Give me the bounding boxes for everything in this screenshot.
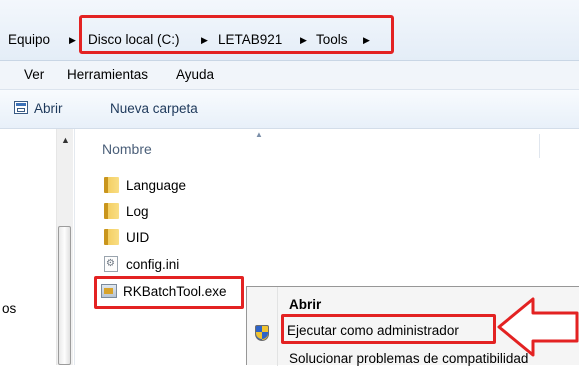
file-item-log[interactable]: Log [104, 201, 149, 223]
breadcrumb-equipo[interactable]: Equipo [8, 30, 50, 50]
file-annotation-box [94, 276, 244, 309]
breadcrumb-separator-icon[interactable]: ▶ [69, 30, 76, 50]
file-item-config-ini[interactable]: config.ini [104, 254, 179, 276]
sort-ascending-icon: ▲ [255, 130, 263, 139]
folder-icon [104, 177, 119, 194]
context-menu-troubleshoot-compatibility[interactable]: Solucionar problemas de compatibilidad [289, 351, 528, 366]
file-item-language[interactable]: Language [104, 175, 186, 197]
open-button[interactable]: Abrir [34, 101, 63, 116]
toolbar: Abrir Nueva carpeta [0, 90, 579, 129]
nav-scrollbar[interactable]: ▲ [56, 129, 73, 365]
scroll-thumb[interactable] [58, 226, 71, 365]
column-divider[interactable] [539, 134, 540, 158]
menu-bar: Ver Herramientas Ayuda [0, 61, 579, 90]
file-item-uid[interactable]: UID [104, 227, 149, 249]
menu-ver[interactable]: Ver [24, 67, 44, 82]
folder-icon [104, 203, 119, 220]
nav-item-partial[interactable]: os [2, 301, 16, 316]
file-name: UID [126, 230, 150, 245]
column-header-name[interactable]: Nombre [102, 141, 152, 157]
ini-file-icon [104, 256, 118, 273]
context-menu-gutter [277, 287, 278, 366]
context-menu-open[interactable]: Abrir [289, 297, 321, 312]
new-folder-button[interactable]: Nueva carpeta [110, 101, 198, 116]
breadcrumb-annotation-box [79, 15, 394, 54]
file-name: Log [126, 204, 149, 219]
folder-icon [104, 229, 119, 246]
open-icon[interactable] [14, 101, 28, 114]
menu-herramientas[interactable]: Herramientas [67, 67, 148, 82]
uac-shield-icon [255, 325, 269, 341]
menu-ayuda[interactable]: Ayuda [176, 67, 214, 82]
scroll-up-arrow-icon[interactable]: ▲ [61, 135, 70, 145]
annotation-arrow-icon [497, 297, 579, 357]
run-as-admin-annotation-box [281, 314, 496, 344]
file-name: Language [126, 178, 187, 193]
file-name: config.ini [126, 257, 180, 272]
